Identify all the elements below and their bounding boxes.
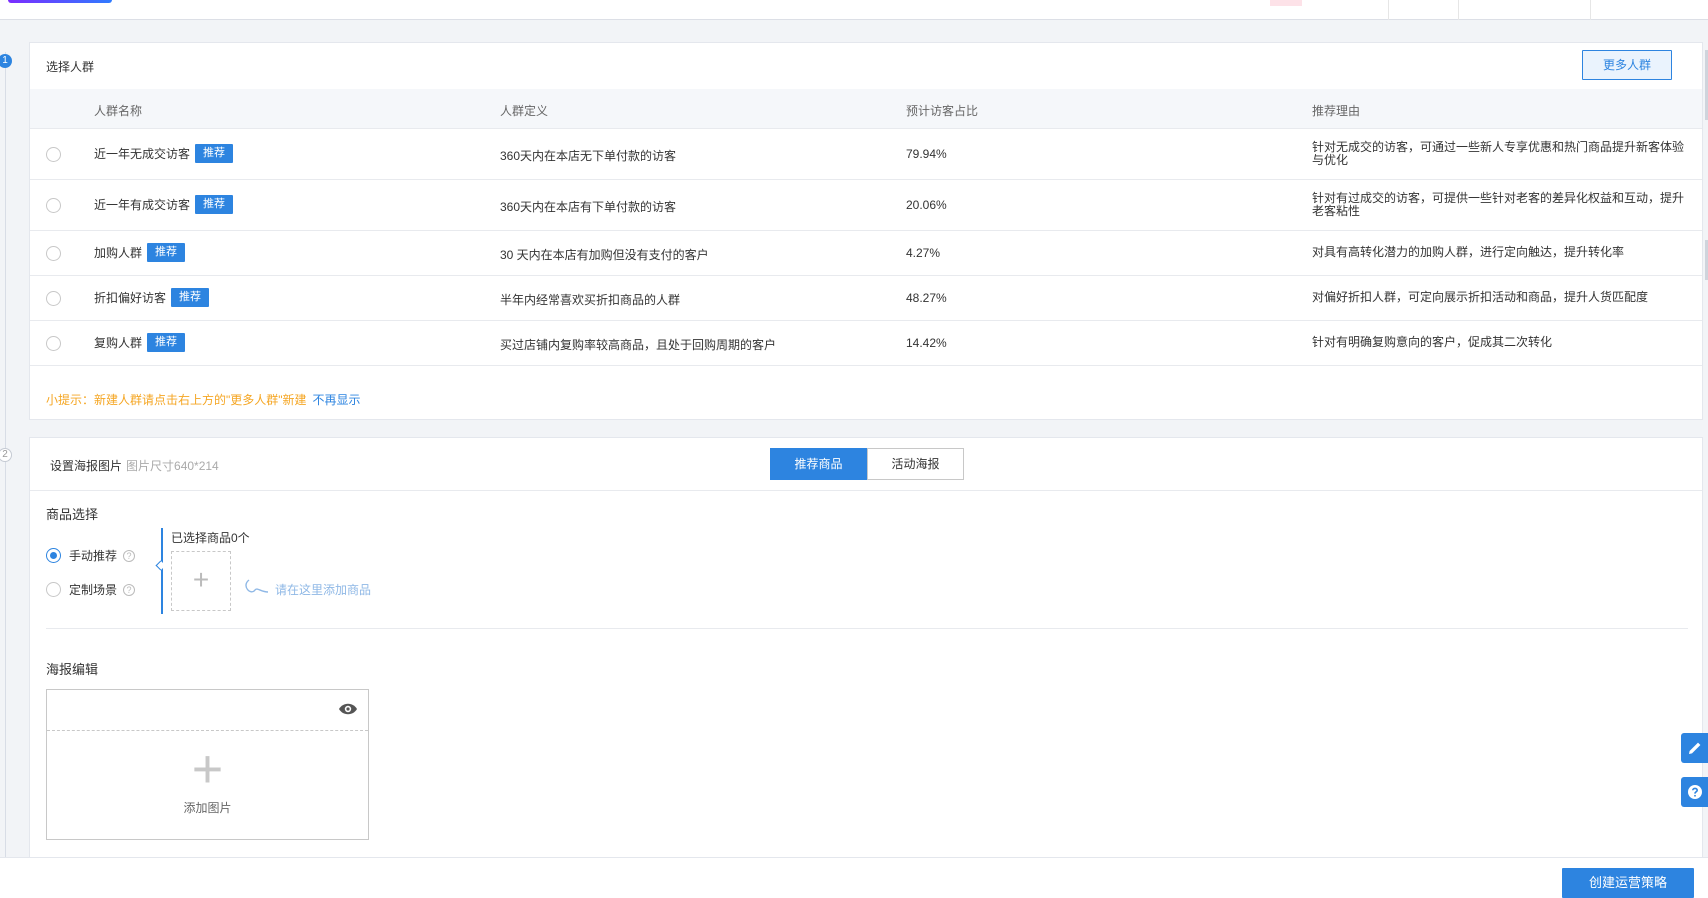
audience-definition: 360天内在本店有下单付款的访客 — [500, 200, 677, 214]
plus-icon: + — [191, 739, 224, 799]
custom-scene-label: 定制场景 — [69, 583, 118, 597]
column-header-reason: 推荐理由 — [1312, 104, 1361, 118]
tip-line: 小提示：新建人群请点击右上方的"更多人群"新建 不再显示 — [46, 391, 361, 408]
audience-name-text: 近一年无成交访客 — [94, 147, 191, 161]
audience-ratio: 48.27% — [906, 291, 947, 305]
poster-type-tabs: 推荐商品 活动海报 — [770, 448, 964, 480]
more-audience-button[interactable]: 更多人群 — [1582, 50, 1672, 80]
top-bar — [0, 0, 1708, 20]
row-radio[interactable] — [46, 198, 61, 213]
audience-reason: 对具有高转化潜力的加购人群，进行定向触达，提升转化率 — [1312, 245, 1625, 259]
add-product-hint: 请在这里添加商品 — [243, 578, 371, 600]
manual-label: 手动推荐 — [69, 549, 118, 563]
audience-name-text: 加购人群 — [94, 246, 143, 260]
audience-name-text: 折扣偏好访客 — [94, 291, 167, 305]
row-radio[interactable] — [46, 336, 61, 351]
audience-reason: 针对有明确复购意向的客户，促成其二次转化 — [1312, 335, 1553, 349]
divider — [30, 490, 1702, 491]
step-2-indicator: 2 — [0, 448, 12, 462]
product-select-label: 商品选择 — [46, 507, 99, 522]
column-header-definition: 人群定义 — [500, 104, 549, 118]
step-1-indicator: 1 — [0, 54, 12, 68]
divider — [46, 628, 1688, 629]
audience-name-text: 复购人群 — [94, 336, 143, 350]
curved-arrow-icon — [245, 579, 269, 593]
custom-scene-radio[interactable] — [46, 582, 61, 597]
edit-float-button[interactable] — [1681, 733, 1708, 763]
audience-title: 选择人群 — [46, 60, 95, 74]
column-header-name: 人群名称 — [94, 104, 143, 118]
logo-strip — [8, 0, 112, 3]
poster-editor-toolbar — [47, 690, 368, 731]
selected-count: 已选择商品0个 — [171, 531, 250, 545]
poster-size-hint: 图片尺寸640*214 — [126, 459, 219, 473]
audience-table-header: 人群名称 人群定义 预计访客占比 推荐理由 — [30, 89, 1702, 129]
help-icon[interactable]: ? — [123, 549, 136, 562]
row-radio[interactable] — [46, 246, 61, 261]
question-icon — [1687, 785, 1702, 799]
audience-name: 复购人群 推荐 — [94, 333, 186, 352]
top-bar-divider — [1590, 0, 1591, 20]
pencil-icon — [1688, 742, 1700, 754]
poster-title: 设置海报图片 图片尺寸640*214 — [50, 457, 219, 474]
audience-name: 加购人群 推荐 — [94, 243, 186, 262]
table-row[interactable]: 折扣偏好访客 推荐 半年内经常喜欢买折扣商品的人群 48.27% 对偏好折扣人群，… — [30, 276, 1702, 321]
help-icon[interactable]: ? — [123, 583, 136, 596]
option-connector-line — [161, 528, 163, 614]
audience-name: 近一年无成交访客 推荐 — [94, 144, 234, 163]
column-header-ratio: 预计访客占比 — [906, 104, 979, 118]
add-product-button[interactable]: + — [171, 551, 231, 611]
audience-name: 近一年有成交访客 推荐 — [94, 195, 234, 214]
tab-recommended-products[interactable]: 推荐商品 — [770, 448, 867, 480]
poster-edit-label: 海报编辑 — [46, 662, 99, 677]
table-row[interactable]: 近一年无成交访客 推荐 360天内在本店无下单付款的访客 79.94% 针对无成交… — [30, 129, 1702, 180]
help-float-button[interactable] — [1681, 777, 1708, 807]
add-image-area[interactable]: + 添加图片 — [47, 731, 368, 839]
tip-text: 小提示：新建人群请点击右上方的"更多人群"新建 — [46, 393, 307, 407]
add-image-label: 添加图片 — [183, 801, 232, 815]
recommend-tag: 推荐 — [147, 243, 186, 262]
audience-name-text: 近一年有成交访客 — [94, 198, 191, 212]
footer-bar: 创建运营策略 — [0, 857, 1708, 898]
dismiss-tip-link[interactable]: 不再显示 — [313, 393, 361, 407]
audience-ratio: 4.27% — [906, 246, 941, 260]
audience-ratio: 20.06% — [906, 198, 947, 212]
audience-definition: 360天内在本店无下单付款的访客 — [500, 149, 677, 163]
audience-definition: 买过店铺内复购率较高商品，且处于回购周期的客户 — [500, 338, 777, 352]
poster-editor: + 添加图片 — [46, 689, 369, 840]
table-row[interactable]: 复购人群 推荐 买过店铺内复购率较高商品，且处于回购周期的客户 14.42% 针对… — [30, 321, 1702, 366]
poster-card: 设置海报图片 图片尺寸640*214 推荐商品 活动海报 商品选择 手动推荐 ? … — [29, 437, 1703, 860]
option-manual[interactable]: 手动推荐 ? — [46, 547, 136, 564]
recommend-tag: 推荐 — [195, 195, 234, 214]
add-product-hint-text: 请在这里添加商品 — [275, 582, 372, 597]
audience-name: 折扣偏好访客 推荐 — [94, 288, 210, 307]
create-strategy-button[interactable]: 创建运营策略 — [1562, 868, 1694, 898]
manual-radio[interactable] — [46, 548, 61, 563]
audience-reason: 针对无成交的访客，可通过一些新人专享优惠和热门商品提升新客体验与优化 — [1312, 140, 1685, 167]
top-bar-divider — [1458, 0, 1459, 20]
audience-ratio: 79.94% — [906, 147, 947, 161]
top-bar-divider — [1388, 0, 1389, 20]
table-row[interactable]: 加购人群 推荐 30 天内在本店有加购但没有支付的客户 4.27% 对具有高转化潜… — [30, 231, 1702, 276]
top-bar-tab-indicator — [1270, 0, 1302, 6]
audience-ratio: 14.42% — [906, 336, 947, 350]
preview-eye-icon[interactable] — [338, 702, 358, 716]
audience-card: 选择人群 更多人群 人群名称 人群定义 预计访客占比 推荐理由 近一年无成交访客… — [29, 42, 1703, 420]
audience-reason: 对偏好折扣人群，可定向展示折扣活动和商品，提升人货匹配度 — [1312, 290, 1649, 304]
recommend-tag: 推荐 — [195, 144, 234, 163]
tab-event-poster[interactable]: 活动海报 — [867, 448, 964, 480]
recommend-tag: 推荐 — [147, 333, 186, 352]
table-row[interactable]: 近一年有成交访客 推荐 360天内在本店有下单付款的访客 20.06% 针对有过成… — [30, 180, 1702, 231]
row-radio[interactable] — [46, 291, 61, 306]
audience-reason: 针对有过成交的访客，可提供一些针对老客的差异化权益和互动，提升老客粘性 — [1312, 191, 1685, 218]
poster-title-text: 设置海报图片 — [50, 459, 123, 473]
option-custom-scene[interactable]: 定制场景 ? — [46, 581, 136, 598]
audience-definition: 半年内经常喜欢买折扣商品的人群 — [500, 293, 681, 307]
recommend-tag: 推荐 — [171, 288, 210, 307]
audience-definition: 30 天内在本店有加购但没有支付的客户 — [500, 248, 709, 262]
row-radio[interactable] — [46, 147, 61, 162]
